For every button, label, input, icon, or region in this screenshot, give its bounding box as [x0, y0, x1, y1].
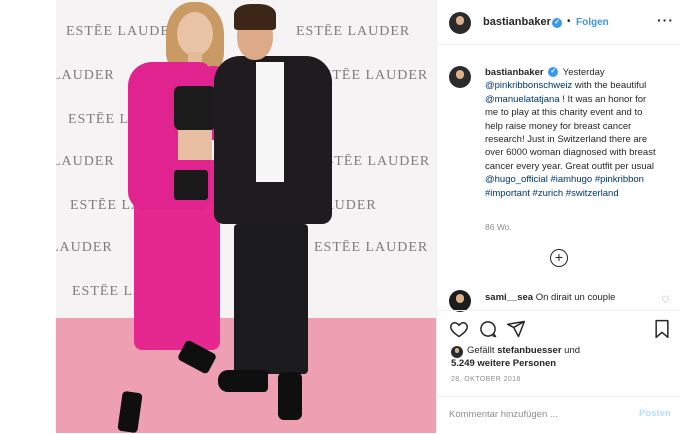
- backdrop-logo-text: ESTĒE LAUDER: [316, 154, 431, 169]
- man-shoe-right: [278, 372, 302, 420]
- hashtag-link[interactable]: #switzerland: [566, 188, 619, 199]
- woman-black-top: [174, 86, 216, 130]
- comment-item: sami__sea On dirait un couple ♡: [449, 290, 670, 312]
- likes-count[interactable]: 5.249 weitere Personen: [451, 358, 556, 369]
- backdrop-logo-text: ESTĒE LAUDER: [314, 240, 429, 255]
- man-hair: [234, 4, 276, 30]
- verified-badge-icon: ✓: [552, 18, 562, 28]
- backdrop-logo-text: ESTĒE LAUDER: [66, 24, 181, 39]
- hashtag-link[interactable]: #iamhugo: [550, 174, 592, 185]
- add-comment-bar: Posten: [437, 396, 680, 434]
- bookmark-icon[interactable]: [653, 319, 671, 339]
- post-details-panel: bastianbaker ✓ • Folgen ··· bastianbaker…: [436, 0, 680, 433]
- comment-like-icon[interactable]: ♡: [661, 295, 670, 306]
- follow-button[interactable]: Folgen: [576, 17, 609, 28]
- mention-link[interactable]: @manuelatatjana: [485, 94, 560, 105]
- post-comment-button[interactable]: Posten: [639, 408, 671, 419]
- backdrop-logo-text: ESTĒE LAUDER: [296, 24, 411, 39]
- hashtag-link[interactable]: #pinkribbon: [595, 174, 644, 185]
- likes-middle: und: [561, 345, 581, 356]
- comment-text: On dirait un couple: [535, 292, 616, 303]
- liker-username[interactable]: stefanbuesser: [497, 345, 561, 356]
- heart-icon[interactable]: [449, 319, 469, 339]
- mention-link[interactable]: @pinkribbonschweiz: [485, 80, 572, 91]
- verified-badge-icon: ✓: [548, 67, 559, 78]
- header-separator: •: [567, 16, 571, 27]
- more-options-icon[interactable]: ···: [657, 12, 674, 28]
- comment-input[interactable]: [449, 405, 619, 423]
- backdrop-logo-text: LAUDER: [56, 68, 115, 83]
- comment-content: sami__sea On dirait un couple: [485, 292, 615, 303]
- man-white-shirt: [256, 62, 284, 182]
- author-avatar[interactable]: [449, 12, 471, 34]
- woman-midriff: [178, 130, 212, 160]
- post-date: 28. OKTOBER 2018: [451, 376, 521, 383]
- man-shoe-left: [218, 370, 268, 392]
- commenter-username[interactable]: sami__sea: [485, 292, 533, 303]
- caption-text: with the beautiful: [572, 80, 647, 92]
- post-caption: bastianbaker ✓ Yesterday @pinkribbonschw…: [485, 66, 661, 200]
- caption-age: 86 Wo.: [485, 222, 512, 232]
- commenter-avatar[interactable]: [449, 290, 471, 312]
- caption-text: ! It was an honor for me to play at this…: [485, 93, 656, 172]
- likes-prefix: Gefällt: [467, 345, 498, 356]
- share-icon[interactable]: [506, 319, 526, 339]
- caption-time: Yesterday: [562, 67, 605, 78]
- post-header: bastianbaker ✓ • Folgen ···: [437, 0, 680, 45]
- man-pants: [234, 224, 308, 374]
- black-purse: [174, 170, 208, 200]
- comment-icon[interactable]: [478, 319, 498, 339]
- caption-username[interactable]: bastianbaker: [485, 67, 544, 78]
- author-username[interactable]: bastianbaker: [483, 16, 551, 28]
- hashtag-link[interactable]: #zurich: [533, 188, 564, 199]
- hashtag-link[interactable]: #important: [485, 188, 530, 199]
- mention-link[interactable]: @hugo_official: [485, 174, 548, 185]
- caption-avatar[interactable]: [449, 66, 471, 88]
- backdrop-logo-text: LAUDER: [56, 240, 113, 255]
- post-photo[interactable]: ESTĒE LAUDER ESTĒE LAUDER LAUDER ESTĒE L…: [56, 0, 436, 433]
- backdrop-logo-text: LAUDER: [56, 154, 115, 169]
- likes-summary: Gefällt stefanbuesser und 5.249 weitere …: [451, 344, 671, 370]
- woman-face: [177, 12, 213, 56]
- post-actions: [437, 310, 680, 347]
- add-comment-icon[interactable]: +: [550, 249, 568, 267]
